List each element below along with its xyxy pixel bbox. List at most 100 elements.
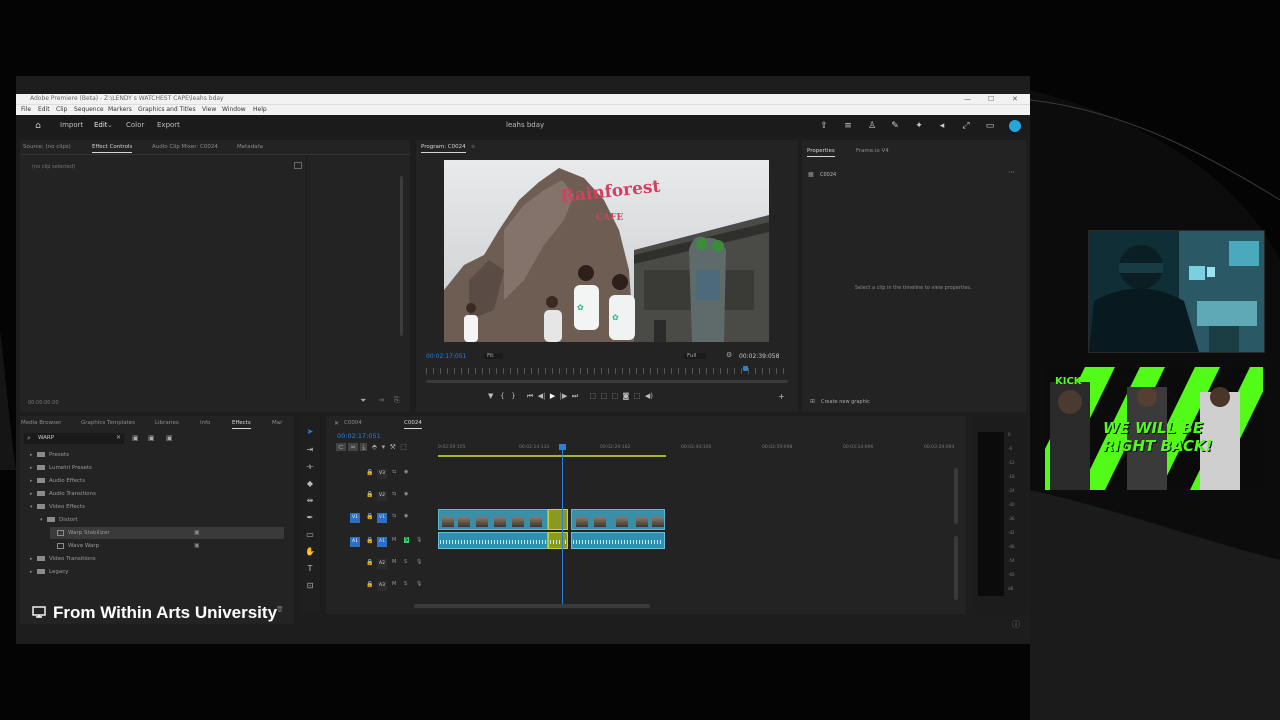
tab-properties[interactable]: Properties [807, 148, 835, 157]
captions-tl-icon[interactable]: ⬚ [400, 443, 407, 451]
tab-effects[interactable]: Effects [232, 420, 251, 429]
info-icon[interactable]: ⓘ [1012, 619, 1020, 630]
add-marker-icon[interactable]: ▼ [488, 392, 493, 400]
zoom-fit-select[interactable]: Fit [484, 353, 504, 359]
tab-metadata[interactable]: Metadata [237, 144, 263, 150]
home-icon[interactable]: ⌂ [32, 120, 44, 132]
tab-graphics-templates[interactable]: Graphics Templates [81, 420, 135, 426]
play-icon[interactable]: ▶ [550, 392, 555, 400]
extract-icon[interactable]: ⬚ [600, 392, 607, 400]
tab-sequence-c0024[interactable]: C0024 [404, 420, 422, 429]
go-to-in-icon[interactable]: ⏮ [527, 392, 533, 400]
timeline-playhead[interactable] [562, 446, 563, 606]
marker-icon[interactable]: ⬘ [372, 443, 377, 451]
type-tool-icon[interactable]: T [304, 563, 316, 575]
track-name[interactable]: A2 [377, 559, 387, 569]
wrench-icon[interactable]: ⚙ [726, 351, 732, 359]
effect-item[interactable]: Wave Warp ▣ [50, 540, 200, 552]
tab-effect-controls[interactable]: Effect Controls [92, 144, 133, 153]
lock-icon[interactable]: 🔒 [366, 559, 373, 566]
rectangle-tool-icon[interactable]: ▭ [304, 529, 316, 541]
menu-graphics[interactable]: Graphics and Titles [138, 105, 196, 115]
mark-in-icon[interactable]: { [500, 392, 504, 400]
scrollbar[interactable] [400, 176, 403, 336]
track-name[interactable]: V2 [377, 491, 387, 501]
accelerated-effects-icon[interactable]: ▣ [132, 434, 139, 442]
program-playhead[interactable] [742, 366, 748, 371]
clear-search-icon[interactable]: ✕ [116, 434, 121, 441]
maximize-button[interactable]: ☐ [988, 94, 994, 104]
tab-export[interactable]: Export [157, 121, 180, 129]
playback-resolution-select[interactable]: Full [684, 353, 707, 359]
magic-icon[interactable]: ✦ [913, 120, 925, 132]
mic-icon[interactable]: 🎙 [416, 559, 422, 565]
menu-help[interactable]: Help [253, 105, 267, 115]
source-patch[interactable]: V1 [350, 513, 360, 523]
lift-icon[interactable]: ⬚ [589, 392, 596, 400]
share-icon[interactable]: ⇪ [818, 120, 830, 132]
volume-icon[interactable]: ◀) [645, 392, 653, 400]
comment-icon[interactable]: ✎ [889, 120, 901, 132]
razor-tool-icon[interactable]: ◆ [304, 478, 316, 490]
audio-icon[interactable]: ◂ [936, 120, 948, 132]
slip-tool-icon[interactable]: ⇹ [304, 495, 316, 507]
insert-sequence-icon[interactable]: ⤓ [360, 443, 368, 451]
create-graphic-button[interactable]: Create new graphic [821, 399, 870, 405]
menu-edit[interactable]: Edit [38, 105, 50, 115]
work-area-bar[interactable] [438, 455, 666, 457]
account-avatar[interactable] [1009, 120, 1021, 132]
timeline-ruler[interactable]: 0:02:59:105 00:02:14:133 00:02:29:102 00:02… [438, 440, 958, 456]
audio-tracks-scrollbar[interactable] [954, 536, 958, 600]
eye-icon[interactable]: ◉ [404, 513, 408, 519]
mute-icon[interactable]: M [392, 581, 396, 587]
linked-selection-icon[interactable]: ∞ [348, 443, 358, 451]
effects-folder[interactable]: ▸ Legacy [30, 566, 69, 578]
solo-icon[interactable]: S [404, 581, 407, 587]
source-patch[interactable] [350, 491, 360, 501]
delete-icon[interactable]: 🗑 [276, 606, 284, 613]
tab-source[interactable]: Source: (no clips) [23, 144, 71, 150]
vr-icon[interactable]: ⬚ [634, 392, 641, 400]
tab-markers[interactable]: Mar [272, 420, 282, 426]
pen-tool-icon[interactable]: ✒ [304, 512, 316, 524]
panel-settings-icon[interactable] [294, 162, 302, 169]
program-video-frame[interactable]: Rainforest CAFE ✿ ✿ [444, 160, 769, 342]
zoom-scrollbar[interactable] [426, 380, 788, 383]
step-back-icon[interactable]: ◀| [538, 392, 546, 400]
mark-out-icon[interactable]: } [511, 392, 515, 400]
fullscreen-icon[interactable]: ⤢ [960, 120, 972, 132]
sync-lock-icon[interactable]: ⇆ [392, 491, 396, 497]
track-select-tool-icon[interactable]: ⇥ [304, 444, 316, 456]
tab-media-browser[interactable]: Media Browser [21, 420, 62, 426]
source-patch[interactable] [350, 581, 360, 591]
source-patch[interactable] [350, 469, 360, 479]
search-input[interactable]: WARP [38, 435, 54, 441]
mic-icon[interactable]: 🎙 [416, 537, 422, 543]
track-name[interactable]: A1 [377, 537, 387, 547]
button-editor-icon[interactable]: + [778, 392, 785, 401]
playhead-handle[interactable] [559, 444, 566, 450]
mute-icon[interactable]: M [392, 537, 396, 543]
sync-lock-icon[interactable]: ⇆ [392, 469, 396, 475]
eye-icon[interactable]: ◉ [404, 491, 408, 497]
selection-tool-icon[interactable]: ➤ [304, 426, 316, 438]
menu-clip[interactable]: Clip [56, 105, 67, 115]
lock-icon[interactable]: 🔒 [366, 513, 373, 520]
lock-icon[interactable]: 🔒 [366, 537, 373, 544]
video-clip-selected[interactable] [548, 509, 568, 530]
snap-icon[interactable]: ⊂ [336, 443, 346, 451]
lock-icon[interactable]: 🔒 [366, 469, 373, 476]
lock-icon[interactable]: 🔒 [366, 491, 373, 498]
settings-icon[interactable]: ⎘ [394, 396, 400, 405]
compare-icon[interactable]: ⬚ [611, 392, 618, 400]
close-button[interactable]: ✕ [1012, 94, 1018, 104]
effects-folder[interactable]: ▾ Video Effects [30, 501, 85, 513]
solo-icon[interactable]: S [404, 537, 410, 543]
filter-icon[interactable]: ⏷ [360, 396, 366, 406]
horizontal-scrollbar[interactable] [414, 604, 650, 608]
tab-libraries[interactable]: Libraries [155, 420, 179, 426]
tab-info[interactable]: Info [200, 420, 210, 426]
go-to-out-icon[interactable]: ⏭ [572, 392, 578, 400]
effects-folder[interactable]: ▸ Lumetri Presets [30, 462, 92, 474]
tab-frameio[interactable]: Frame.io V4 [856, 148, 889, 154]
